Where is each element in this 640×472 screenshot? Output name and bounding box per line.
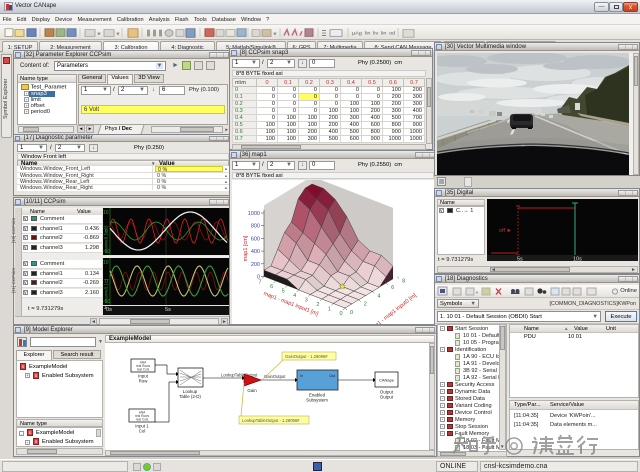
svg-text:Subsystem: Subsystem: [306, 398, 328, 403]
svg-text:10s: 10s: [573, 257, 582, 262]
svg-text:Col: Col: [139, 429, 146, 434]
svg-text:Table (2-D): Table (2-D): [179, 394, 201, 399]
svg-text:4: 4: [293, 293, 296, 299]
svg-text:10: 10: [103, 210, 109, 216]
svg-text:map1 [cm]: map1 [cm]: [243, 235, 249, 261]
svg-text:lin: lin: [365, 31, 371, 36]
svg-text:Row: Row: [139, 379, 149, 384]
svg-text:600: 600: [251, 236, 260, 242]
svg-text:LookupTableOutput - 1.28096#: LookupTableOutput - 1.28096#: [242, 418, 300, 423]
svg-text:channel1 [...]: channel1 [...]: [104, 279, 109, 303]
svg-text:real Cols: real Cols: [137, 368, 150, 372]
svg-text:real Cols: real Cols: [136, 418, 149, 422]
svg-text:3: 3: [305, 298, 308, 304]
svg-text:In: In: [300, 374, 303, 378]
svg-text:▼: ▼: [96, 32, 102, 37]
svg-text:5s: 5s: [517, 257, 523, 262]
svg-text:400: 400: [251, 249, 260, 255]
svg-text:▼: ▼: [115, 32, 121, 37]
svg-text:800: 800: [251, 224, 260, 230]
svg-text:6: 6: [270, 284, 273, 290]
svg-text:Out: Out: [329, 374, 335, 378]
svg-text:od: od: [389, 31, 395, 36]
svg-text:2: 2: [364, 302, 367, 308]
svg-text:channel1 [Volt]: channel1 [Volt]: [104, 226, 109, 253]
svg-text:▼: ▼: [272, 32, 278, 37]
svg-text:lin: lin: [381, 31, 387, 36]
svg-text:10: 10: [103, 260, 109, 266]
svg-text:CANape: CANape: [379, 378, 395, 383]
svg-text:200: 200: [251, 262, 260, 268]
svg-text:8: 8: [402, 279, 405, 285]
svg-text:2: 2: [316, 302, 319, 308]
svg-text:1: 1: [328, 307, 331, 313]
svg-text:Gain: Gain: [247, 388, 257, 393]
svg-text:µAg: µAg: [352, 31, 362, 36]
svg-text:Output: Output: [380, 395, 394, 400]
svg-text:0: 0: [339, 311, 342, 317]
svg-text:▼: ▼: [475, 290, 479, 295]
svg-text:0: 0: [350, 310, 353, 316]
svg-text:6: 6: [391, 285, 394, 291]
svg-text:1000: 1000: [248, 211, 260, 217]
svg-text:GainOutput - 1.28096#: GainOutput - 1.28096#: [285, 354, 328, 359]
svg-text:7: 7: [258, 280, 261, 286]
svg-text:4: 4: [377, 293, 380, 299]
svg-text:5: 5: [282, 289, 285, 295]
svg-text:off ►: off ►: [499, 228, 512, 234]
svg-text:liv: liv: [373, 31, 379, 36]
